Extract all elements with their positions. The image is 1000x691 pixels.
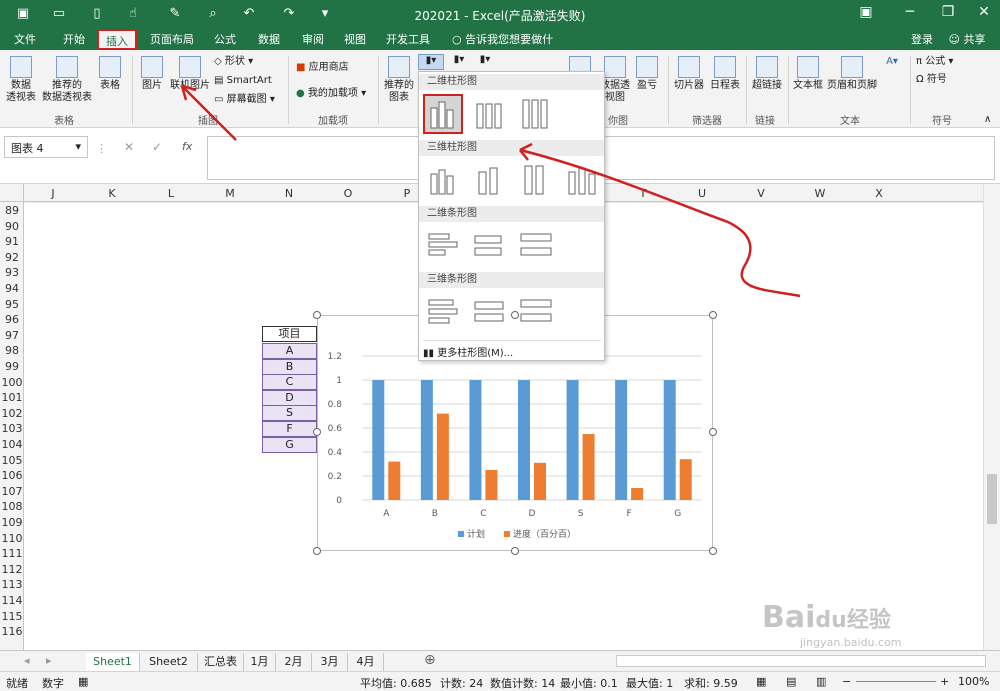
resize-handle[interactable] [511,311,519,319]
resize-handle[interactable] [511,547,519,555]
page-layout-view-icon[interactable]: ▤ [786,675,796,688]
zoom-out-icon[interactable]: − [842,675,851,688]
add-sheet-icon[interactable]: ⊕ [424,652,436,668]
resize-handle[interactable] [313,311,321,319]
sheet-tab[interactable]: 4月 [348,653,384,673]
zoom-level[interactable]: 100% [958,675,989,688]
status-numeric-count: 数值计数: 14 [490,677,556,690]
next-sheet-icon[interactable]: ▸ [46,654,52,667]
status-count: 计数: 24 [440,677,484,690]
status-min: 最小值: 0.1 [560,677,618,690]
status-mode: 数字 [42,677,64,690]
sheet-tab[interactable]: 1月 [244,653,276,673]
resize-handle[interactable] [313,547,321,555]
annotation-overlay [180,84,801,298]
page-break-view-icon[interactable]: ▥ [816,675,826,688]
watermark-url: jingyan.baidu.com [800,636,902,649]
macro-record-icon[interactable]: ▦ [78,675,88,688]
sheet-tab[interactable]: 2月 [276,653,312,673]
zoom-slider[interactable] [856,681,936,682]
status-average: 平均值: 0.685 [360,677,432,690]
sheet-tab[interactable]: Sheet2 [140,653,198,673]
horizontal-scrollbar[interactable] [616,655,986,667]
resize-handle[interactable] [709,428,717,436]
sheet-tab[interactable]: Sheet1 [86,653,140,673]
scroll-thumb[interactable] [987,474,997,524]
zoom-in-icon[interactable]: + [940,675,949,688]
annotation-arrow-1 [181,85,237,141]
status-max: 最大值: 1 [626,677,674,690]
sheet-tab[interactable]: 汇总表 [198,653,244,673]
status-bar: 就绪 数字 ▦ 平均值: 0.685 计数: 24 数值计数: 14 最小值: … [0,671,1000,691]
vertical-scrollbar[interactable] [983,184,1000,650]
sheet-tab[interactable]: 3月 [312,653,348,673]
annotation-arrow-2 [519,148,801,298]
watermark-logo: Baidu经验 [762,600,891,635]
status-ready: 就绪 [6,677,28,690]
sheet-tab-bar: ◂ ▸ Sheet1 Sheet2 汇总表 1月 2月 3月 4月 ⊕ [0,650,1000,673]
normal-view-icon[interactable]: ▦ [756,675,766,688]
resize-handle[interactable] [709,547,717,555]
resize-handle[interactable] [709,311,717,319]
resize-handle[interactable] [313,428,321,436]
status-sum: 求和: 9.59 [684,677,738,690]
prev-sheet-icon[interactable]: ◂ [24,654,30,667]
